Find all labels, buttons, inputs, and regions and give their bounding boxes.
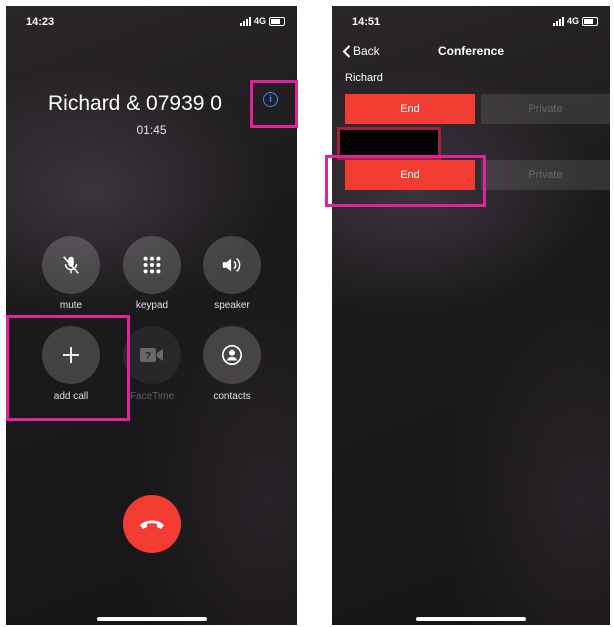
- mute-button[interactable]: [42, 236, 100, 294]
- status-indicators: 4G: [239, 16, 285, 26]
- status-time: 14:23: [26, 16, 55, 28]
- speaker-icon: [222, 258, 241, 272]
- add-call-button[interactable]: [42, 326, 100, 384]
- hang-up-icon: [140, 520, 164, 529]
- keypad-label: keypad: [135, 300, 169, 311]
- conference-screen: 14:51 4G Conference Back Richard End Pri…: [332, 6, 610, 625]
- plus-icon: [63, 347, 79, 363]
- end-participant-button[interactable]: End: [345, 160, 475, 190]
- participant-name: Richard: [345, 72, 383, 84]
- contacts-icon: [222, 345, 242, 365]
- facetime-button[interactable]: ?: [123, 326, 181, 384]
- battery-icon: [269, 16, 285, 26]
- back-label: Back: [353, 44, 380, 58]
- call-screen: 14:23 4G Richard & 07939 0 i 01:45 mute …: [6, 6, 297, 625]
- back-button[interactable]: Back: [342, 44, 380, 58]
- facetime-label: FaceTime: [129, 391, 175, 402]
- network-type: 4G: [566, 16, 579, 26]
- status-indicators: 4G: [552, 16, 598, 26]
- mic-muted-icon: [63, 256, 79, 274]
- contacts-button[interactable]: [203, 326, 261, 384]
- speaker-label: speaker: [214, 300, 250, 311]
- contacts-label: contacts: [213, 391, 251, 402]
- svg-text:?: ?: [145, 351, 151, 362]
- home-indicator[interactable]: [96, 617, 207, 621]
- keypad-icon: [143, 256, 161, 274]
- mute-label: mute: [59, 300, 83, 311]
- keypad-button[interactable]: [123, 236, 181, 294]
- redaction-box: [337, 127, 441, 160]
- call-duration: 01:45: [136, 123, 167, 137]
- status-bar: 14:23 4G: [6, 16, 297, 32]
- end-participant-button[interactable]: End: [345, 94, 475, 124]
- private-participant-button[interactable]: Private: [481, 160, 610, 190]
- network-type: 4G: [253, 16, 266, 26]
- add-call-label: add call: [53, 391, 89, 402]
- facetime-icon: ?: [140, 348, 163, 362]
- battery-icon: [582, 16, 598, 26]
- speaker-button[interactable]: [203, 236, 261, 294]
- caller-name: Richard & 07939 0: [48, 92, 222, 115]
- chevron-left-icon: [342, 44, 351, 58]
- signal-icon: [239, 16, 251, 26]
- status-bar: 14:51 4G: [332, 16, 610, 32]
- info-icon[interactable]: i: [263, 92, 278, 107]
- status-time: 14:51: [352, 16, 381, 28]
- signal-icon: [552, 16, 564, 26]
- private-participant-button[interactable]: Private: [481, 94, 610, 124]
- home-indicator[interactable]: [416, 617, 526, 621]
- end-call-button[interactable]: [123, 495, 181, 553]
